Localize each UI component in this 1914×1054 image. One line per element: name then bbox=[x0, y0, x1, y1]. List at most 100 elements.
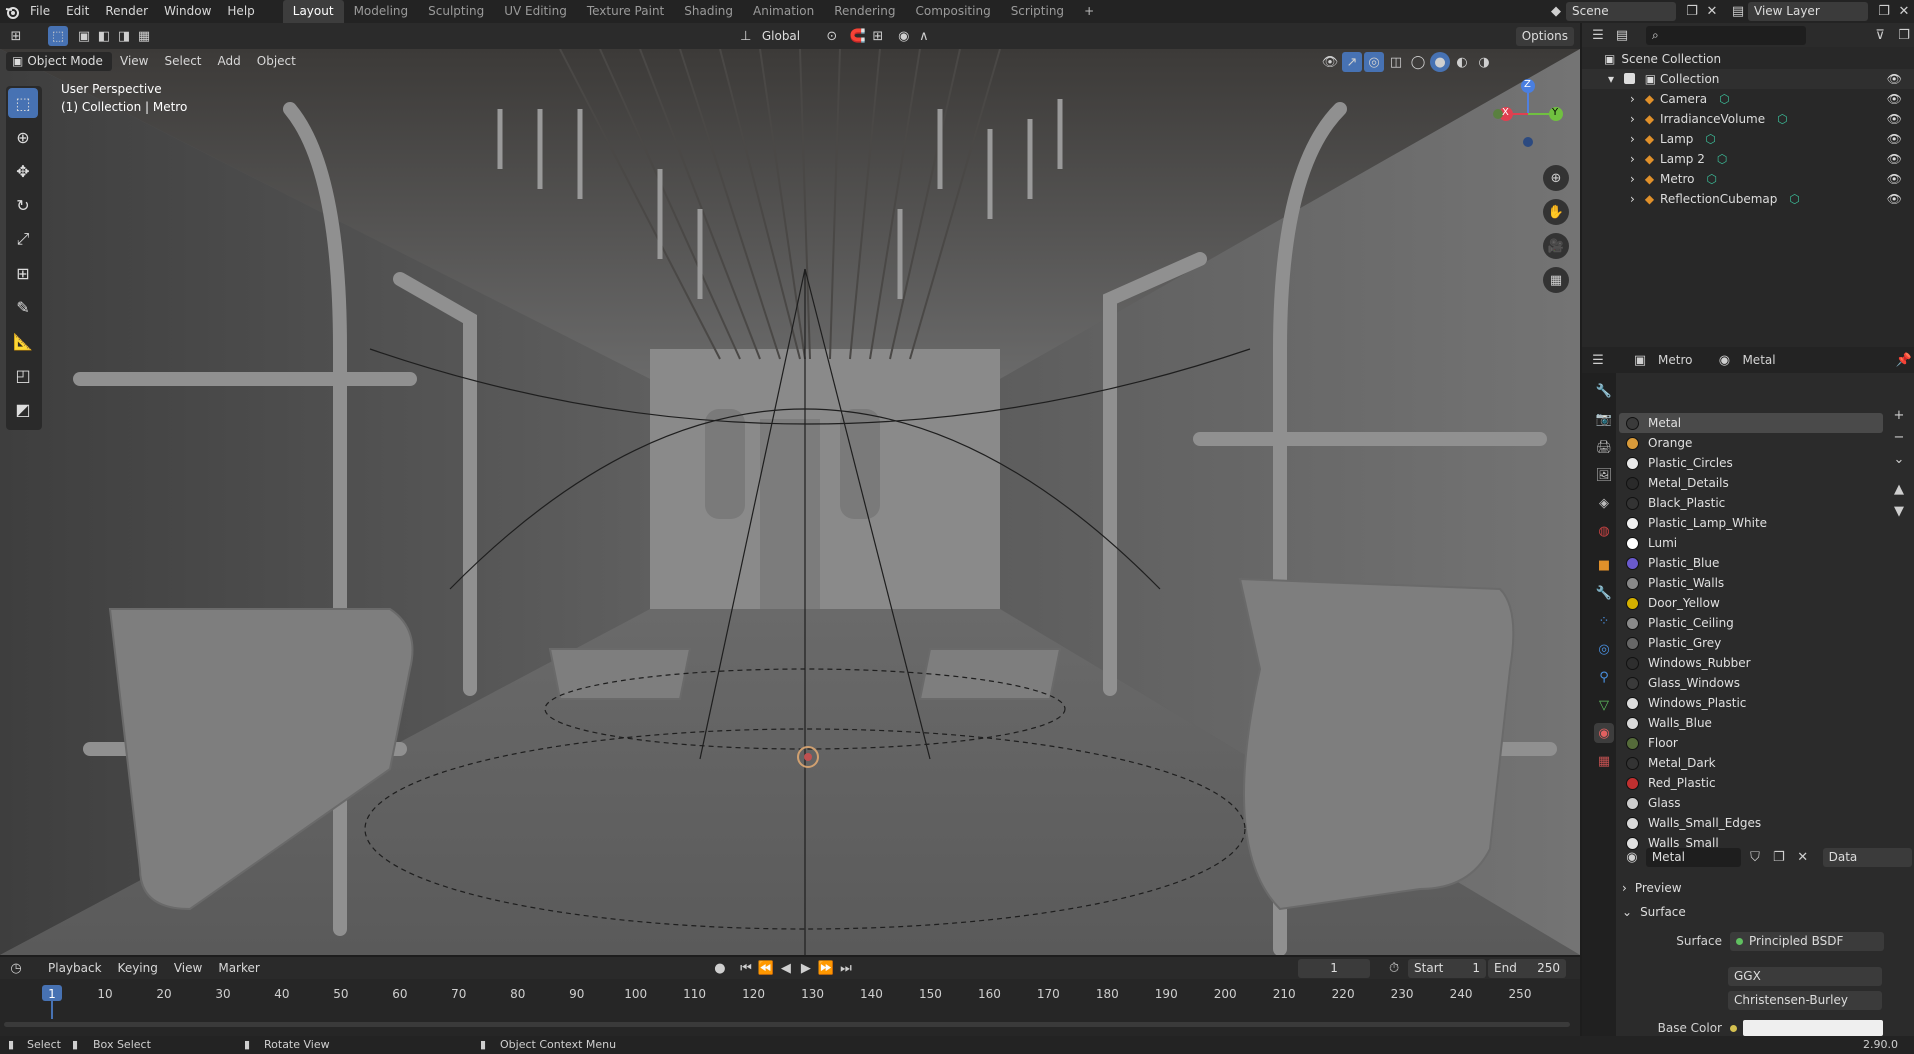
material-slot[interactable]: Black_Plastic bbox=[1619, 493, 1883, 513]
scene-field[interactable]: Scene bbox=[1566, 2, 1676, 21]
eye-icon[interactable]: 👁 bbox=[1887, 189, 1902, 209]
3d-viewport[interactable]: User Perspective (1) Collection | Metro … bbox=[0, 49, 1580, 955]
tab-modeling[interactable]: Modeling bbox=[344, 0, 419, 23]
outliner-item[interactable]: › ◆ Lamp ⬡ 👁 bbox=[1582, 129, 1914, 149]
texture-tab-icon[interactable]: ▦ bbox=[1594, 751, 1614, 771]
scene-tab-icon[interactable]: ◈ bbox=[1594, 493, 1614, 513]
rotate-tool-icon[interactable]: ↻ bbox=[8, 190, 38, 220]
material-slot[interactable]: Glass bbox=[1619, 793, 1883, 813]
select-intersect-icon[interactable]: ▦ bbox=[134, 26, 154, 46]
select-box-tool-icon[interactable]: ⬚ bbox=[8, 88, 38, 118]
add-slot-icon[interactable]: + bbox=[1889, 405, 1909, 425]
physics-tab-icon[interactable]: ◎ bbox=[1594, 639, 1614, 659]
outliner-editor-icon[interactable]: ☰ bbox=[1588, 25, 1608, 45]
cursor-tool-icon[interactable]: ⊕ bbox=[8, 122, 38, 152]
fake-user-icon[interactable]: ⛉ bbox=[1745, 847, 1765, 867]
object-mode-dropdown[interactable]: ▣ Object Mode bbox=[6, 51, 112, 71]
pan-hand-icon[interactable]: ✋ bbox=[1543, 199, 1569, 225]
properties-editor-icon[interactable]: ☰ bbox=[1588, 350, 1608, 370]
material-slot[interactable]: Metal bbox=[1619, 413, 1883, 433]
expand-arrow-icon[interactable]: ▾ bbox=[1608, 72, 1614, 86]
material-browse-icon[interactable]: ◉ bbox=[1622, 847, 1642, 867]
preview-panel-header[interactable]: › Preview bbox=[1622, 878, 1912, 898]
orientation-icon[interactable]: ⊥ bbox=[736, 26, 756, 46]
expand-arrow-icon[interactable]: › bbox=[1630, 172, 1635, 186]
camera-view-icon[interactable]: 🎥 bbox=[1543, 233, 1569, 259]
new-view-layer-icon[interactable]: ❐ bbox=[1874, 2, 1894, 22]
move-tool-icon[interactable]: ✥ bbox=[8, 156, 38, 186]
outliner-search-input[interactable]: ⌕ bbox=[1646, 25, 1806, 45]
menu-help[interactable]: Help bbox=[219, 0, 262, 23]
timeline-scrollbar[interactable] bbox=[4, 1022, 1570, 1027]
pivot-icon[interactable]: ⊙ bbox=[822, 26, 842, 46]
outliner-collection[interactable]: ▾ ▣ Collection 👁 bbox=[1582, 69, 1914, 89]
select-new-icon[interactable]: ▣ bbox=[74, 26, 94, 46]
proportional-edit-icon[interactable]: ◉ bbox=[894, 26, 914, 46]
lamp-icon[interactable]: ⬡ bbox=[1717, 152, 1727, 166]
duplicate-material-icon[interactable]: ❐ bbox=[1769, 847, 1789, 867]
output-tab-icon[interactable]: 🖨 bbox=[1594, 437, 1614, 457]
overlay-toggle-icon[interactable]: ◎ bbox=[1364, 52, 1384, 72]
subsurface-method-dropdown[interactable]: Christensen-Burley bbox=[1728, 991, 1882, 1010]
rendered-shading-icon[interactable]: ◑ bbox=[1474, 52, 1494, 72]
particles-tab-icon[interactable]: ⁘ bbox=[1594, 611, 1614, 631]
render-tab-icon[interactable]: 📷 bbox=[1594, 409, 1614, 429]
expand-arrow-icon[interactable]: › bbox=[1630, 112, 1635, 126]
modifier-tab-icon[interactable]: 🔧 bbox=[1594, 583, 1614, 603]
snap-icon[interactable]: 🧲 bbox=[848, 26, 868, 46]
tab-uv-editing[interactable]: UV Editing bbox=[494, 0, 577, 23]
remove-slot-icon[interactable]: − bbox=[1889, 427, 1909, 447]
eye-icon[interactable]: 👁 bbox=[1887, 129, 1902, 149]
expand-arrow-icon[interactable]: › bbox=[1630, 132, 1635, 146]
add-plane-tool-icon[interactable]: ◩ bbox=[8, 394, 38, 424]
pin-icon[interactable]: 📌 bbox=[1894, 350, 1914, 370]
menu-render[interactable]: Render bbox=[97, 0, 156, 23]
measure-tool-icon[interactable]: 📐 bbox=[8, 326, 38, 356]
base-color-swatch[interactable] bbox=[1743, 1020, 1883, 1036]
outliner-item[interactable]: › ◆ IrradianceVolume ⬡ 👁 bbox=[1582, 109, 1914, 129]
tab-layout[interactable]: Layout bbox=[282, 0, 344, 23]
material-tab-icon[interactable]: ◉ bbox=[1594, 723, 1614, 743]
navigation-gizmo[interactable]: Z Y X bbox=[1488, 74, 1568, 154]
zoom-icon[interactable]: ⊕ bbox=[1543, 165, 1569, 191]
annotate-tool-icon[interactable]: ✎ bbox=[8, 292, 38, 322]
material-slot[interactable]: Plastic_Blue bbox=[1619, 553, 1883, 573]
collection-checkbox[interactable] bbox=[1623, 73, 1635, 84]
menu-edit[interactable]: Edit bbox=[58, 0, 97, 23]
slot-specials-icon[interactable]: ⌄ bbox=[1889, 449, 1909, 469]
select-extend-icon[interactable]: ◧ bbox=[94, 26, 114, 46]
material-slot[interactable]: Plastic_Lamp_White bbox=[1619, 513, 1883, 533]
scene-icon[interactable]: ◆ bbox=[1546, 2, 1566, 22]
material-slot[interactable]: Orange bbox=[1619, 433, 1883, 453]
camera-icon[interactable]: ⬡ bbox=[1719, 92, 1729, 106]
expand-arrow-icon[interactable]: › bbox=[1630, 192, 1635, 206]
material-slot[interactable]: Metal_Dark bbox=[1619, 753, 1883, 773]
tool-tab-icon[interactable]: 🔧 bbox=[1594, 381, 1614, 401]
reflection-probe-icon[interactable]: ⬡ bbox=[1789, 192, 1799, 206]
material-slot[interactable]: Walls_Small_Edges bbox=[1619, 813, 1883, 833]
object-tab-icon[interactable]: ■ bbox=[1594, 555, 1614, 575]
outliner-item[interactable]: › ◆ ReflectionCubemap ⬡ 👁 bbox=[1582, 189, 1914, 209]
mesh-icon[interactable]: ⬡ bbox=[1707, 172, 1717, 186]
editor-type-icon[interactable]: ⊞ bbox=[6, 26, 26, 46]
material-slot[interactable]: Metal_Details bbox=[1619, 473, 1883, 493]
wireframe-shading-icon[interactable]: ◯ bbox=[1408, 52, 1428, 72]
outliner-item[interactable]: › ◆ Lamp 2 ⬡ 👁 bbox=[1582, 149, 1914, 169]
eye-icon[interactable]: 👁 bbox=[1887, 109, 1902, 129]
material-slot[interactable]: Red_Plastic bbox=[1619, 773, 1883, 793]
menu-select[interactable]: Select bbox=[156, 49, 209, 73]
select-mode-icon[interactable]: ⬚ bbox=[48, 26, 68, 46]
falloff-icon[interactable]: ∧ bbox=[914, 26, 934, 46]
outliner-item[interactable]: › ◆ Camera ⬡ 👁 bbox=[1582, 89, 1914, 109]
outliner-item[interactable]: › ◆ Metro ⬡ 👁 bbox=[1582, 169, 1914, 189]
view-layer-tab-icon[interactable]: 🖼 bbox=[1594, 465, 1614, 485]
visibility-icon[interactable]: 👁 bbox=[1320, 52, 1340, 72]
xray-icon[interactable]: ◫ bbox=[1386, 52, 1406, 72]
new-collection-icon[interactable]: ❐ bbox=[1894, 25, 1914, 45]
eye-icon[interactable]: 👁 bbox=[1887, 69, 1902, 89]
eye-icon[interactable]: 👁 bbox=[1887, 149, 1902, 169]
world-tab-icon[interactable]: ◍ bbox=[1594, 521, 1614, 541]
delete-scene-icon[interactable]: ✕ bbox=[1702, 2, 1722, 22]
tab-rendering[interactable]: Rendering bbox=[824, 0, 905, 23]
menu-view[interactable]: View bbox=[112, 49, 156, 73]
